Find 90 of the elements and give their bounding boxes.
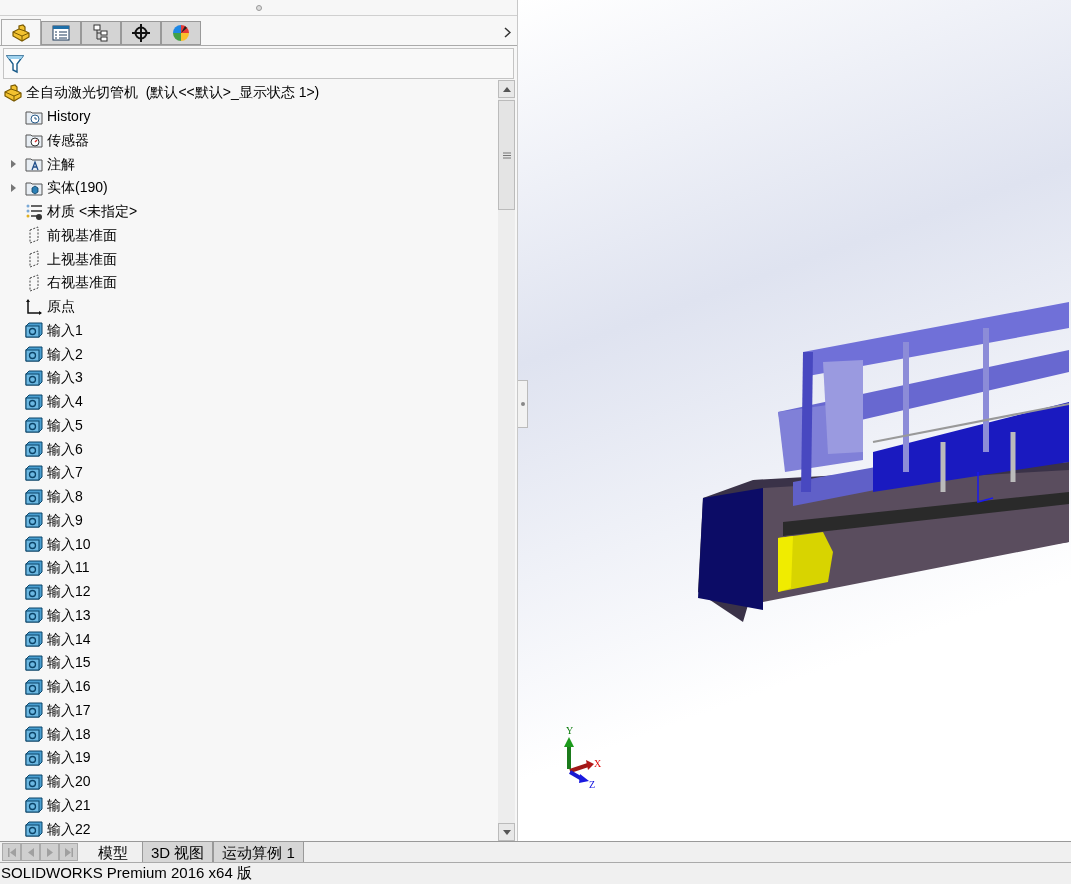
part-cube-icon: [25, 464, 43, 481]
material-list-icon: [25, 202, 43, 221]
view-tab[interactable]: 运动算例 1: [213, 842, 304, 862]
arrow-left-icon: [26, 847, 35, 857]
tree-item[interactable]: 输入11: [47, 557, 90, 579]
tree-item[interactable]: 输入22: [47, 818, 91, 840]
view-tab[interactable]: 3D 视图: [142, 842, 214, 862]
part-blocks-icon: [3, 83, 23, 102]
list-icon: [52, 25, 70, 41]
tree-root-label[interactable]: 全自动激光切管机 (默认<<默认>_显示状态 1>): [26, 82, 320, 104]
tree-item[interactable]: 输入13: [47, 604, 91, 626]
part-cube-icon: [25, 559, 43, 576]
panel-tab[interactable]: [121, 21, 161, 45]
status-text: SOLIDWORKS Premium 2016 x64 版: [1, 863, 252, 884]
tree-item[interactable]: 注解: [47, 153, 75, 175]
tree-item[interactable]: 输入14: [47, 628, 91, 650]
part-cube-icon: [25, 797, 43, 814]
tree-item[interactable]: 输入19: [47, 747, 91, 769]
part-blocks-icon: [11, 23, 31, 42]
hierarchy-icon: [93, 24, 109, 42]
tree-item[interactable]: 输入4: [47, 391, 83, 413]
plane-icon: [27, 226, 41, 245]
tree-item[interactable]: 实体(190): [47, 177, 108, 199]
tree-item[interactable]: 输入18: [47, 723, 91, 745]
folder-clock-icon: [25, 108, 43, 125]
part-cube-icon: [25, 346, 43, 363]
tree-item[interactable]: 输入21: [47, 794, 91, 816]
part-cube-icon: [25, 536, 43, 553]
splitter-handle-icon[interactable]: [255, 4, 262, 11]
part-cube-icon: [25, 512, 43, 529]
tree-item[interactable]: 输入12: [47, 581, 91, 603]
tree-item[interactable]: History: [47, 106, 91, 128]
scroll-up-icon[interactable]: [502, 86, 511, 92]
part-cube-icon: [25, 441, 43, 458]
filter-icon: [6, 53, 24, 74]
tree-item[interactable]: 材质 <未指定>: [47, 201, 138, 223]
arrow-left-icon: [7, 847, 16, 857]
part-cube-icon: [25, 322, 43, 339]
panel-tab[interactable]: [81, 21, 121, 45]
folder-letter-icon: [25, 156, 43, 173]
part-cube-icon: [25, 631, 43, 648]
filter-field[interactable]: [3, 48, 514, 79]
part-cube-icon: [25, 654, 43, 671]
tree-item[interactable]: 输入16: [47, 676, 91, 698]
axis-triad-drawing: Y X Z: [558, 725, 608, 791]
plane-icon: [27, 273, 41, 292]
caret-right-icon[interactable]: [11, 160, 16, 169]
tree-item[interactable]: 输入8: [47, 486, 83, 508]
plane-icon: [27, 250, 41, 269]
part-cube-icon: [25, 678, 43, 695]
part-cube-icon: [25, 773, 43, 790]
color-wheel-icon: [172, 24, 190, 42]
tree-item[interactable]: 输入10: [47, 533, 91, 555]
grip-icon[interactable]: [502, 151, 511, 159]
part-cube-icon: [25, 607, 43, 624]
part-cube-icon: [25, 749, 43, 766]
caret-right-icon[interactable]: [11, 183, 16, 192]
tree-item[interactable]: 上视基准面: [47, 248, 117, 270]
scroll-down-icon[interactable]: [502, 829, 511, 835]
part-cube-icon: [25, 488, 43, 505]
tree-item[interactable]: 传感器: [47, 129, 89, 151]
panel-collapse-handle[interactable]: [518, 380, 528, 428]
tree-item[interactable]: 输入3: [47, 367, 83, 389]
tree-item[interactable]: 前视基准面: [47, 224, 117, 246]
tree-item[interactable]: 输入15: [47, 652, 91, 674]
part-cube-icon: [25, 702, 43, 719]
crosshair-icon: [132, 24, 150, 42]
part-cube-icon: [25, 583, 43, 600]
part-cube-icon: [25, 417, 43, 434]
folder-gauge-icon: [25, 132, 43, 149]
arrow-right-icon: [64, 847, 73, 857]
tree-item[interactable]: 输入6: [47, 438, 83, 460]
tree-item[interactable]: 右视基准面: [47, 272, 117, 294]
part-cube-icon: [25, 369, 43, 386]
tree-item[interactable]: 输入1: [47, 319, 83, 341]
tree-item[interactable]: 输入5: [47, 414, 83, 436]
tree-item[interactable]: 输入2: [47, 343, 83, 365]
tree-item[interactable]: 输入20: [47, 771, 91, 793]
part-cube-icon: [25, 393, 43, 410]
chevron-right-icon[interactable]: [504, 27, 511, 38]
tree-item[interactable]: 原点: [47, 296, 75, 318]
arrow-right-icon: [45, 847, 54, 857]
vertical-scrollbar[interactable]: [498, 80, 515, 841]
folder-cube-icon: [25, 179, 43, 196]
tree-item[interactable]: 输入9: [47, 509, 83, 531]
tree-item[interactable]: 输入7: [47, 462, 83, 484]
origin-axes-icon: [25, 297, 43, 316]
tree-item[interactable]: 输入17: [47, 699, 91, 721]
part-cube-icon: [25, 821, 43, 838]
part-cube-icon: [25, 726, 43, 743]
